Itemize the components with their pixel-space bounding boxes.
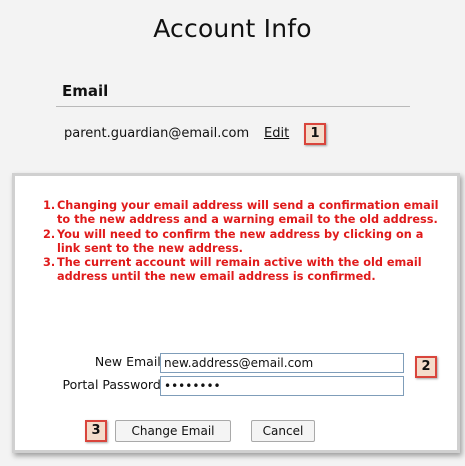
edit-email-link[interactable]: Edit — [264, 126, 289, 141]
section-divider — [56, 106, 410, 107]
portal-password-input[interactable] — [160, 376, 404, 396]
note-item: 3. The current account will remain activ… — [35, 256, 445, 285]
current-email-text: parent.guardian@email.com — [64, 126, 250, 141]
callout-badge-2: 2 — [415, 356, 437, 378]
change-email-button[interactable]: Change Email — [115, 420, 231, 442]
note-number: 2. — [43, 227, 56, 241]
note-text: You will need to confirm the new address… — [57, 227, 424, 255]
note-text: Changing your email address will send a … — [57, 199, 439, 227]
note-number: 1. — [43, 199, 56, 212]
page-title: Account Info — [153, 14, 312, 43]
note-item: 2. You will need to confirm the new addr… — [35, 228, 445, 257]
note-item: 1. Changing your email address will send… — [35, 199, 445, 228]
account-info-page: Account Info Email parent.guardian@email… — [0, 0, 465, 466]
email-section-heading: Email — [62, 82, 109, 100]
cancel-button[interactable]: Cancel — [251, 420, 315, 442]
new-email-input[interactable] — [160, 353, 404, 373]
change-email-panel: 1. Changing your email address will send… — [12, 173, 460, 453]
portal-password-label: Portal Password: — [62, 377, 165, 392]
callout-badge-1: 1 — [304, 123, 326, 145]
note-number: 3. — [43, 256, 56, 270]
callout-badge-3: 3 — [85, 420, 107, 442]
change-email-notes: 1. Changing your email address will send… — [35, 199, 445, 285]
new-email-label: New Email: — [94, 354, 165, 369]
note-text: The current account will remain active w… — [57, 256, 422, 284]
